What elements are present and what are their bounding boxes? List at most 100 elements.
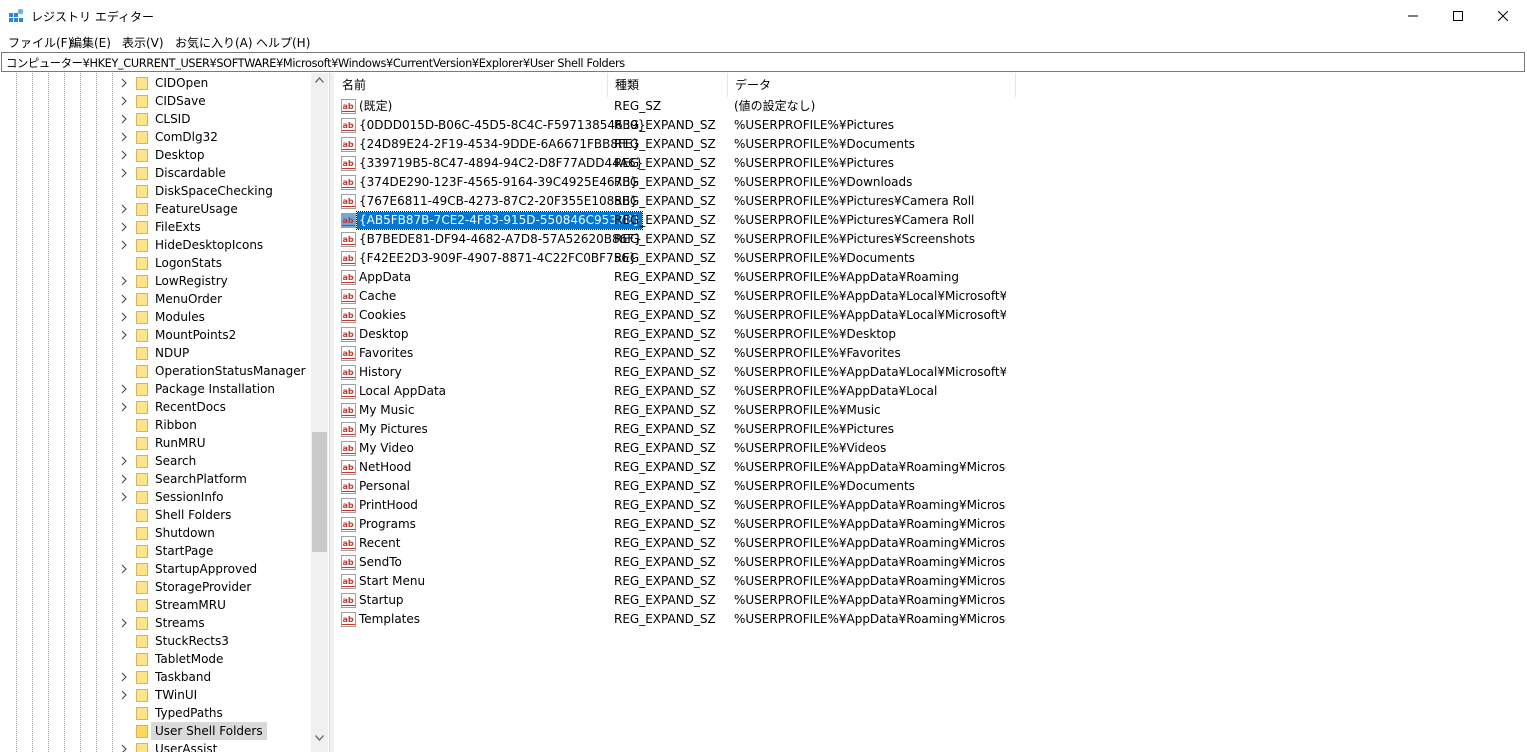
- chevron-right-icon[interactable]: [118, 491, 130, 503]
- menu-view[interactable]: 表示(V): [122, 34, 164, 51]
- tree-item[interactable]: StartPage: [0, 542, 310, 560]
- scroll-down-icon[interactable]: [315, 735, 324, 741]
- chevron-right-icon[interactable]: [118, 131, 130, 143]
- value-row[interactable]: ab Local AppData REG_EXPAND_SZ %USERPROFILE…: [335, 382, 1527, 401]
- value-row[interactable]: ab My Music REG_EXPAND_SZ %USERPROFILE%¥Mus…: [335, 401, 1527, 420]
- chevron-right-icon[interactable]: [118, 239, 130, 251]
- tree-item[interactable]: TypedPaths: [0, 704, 310, 722]
- value-row[interactable]: ab Startup REG_EXPAND_SZ %USERPROFILE%¥AppD…: [335, 591, 1527, 610]
- tree-item[interactable]: Streams: [0, 614, 310, 632]
- value-row[interactable]: ab Recent REG_EXPAND_SZ %USERPROFILE%¥AppDa…: [335, 534, 1527, 553]
- maximize-button[interactable]: [1435, 0, 1481, 31]
- value-row[interactable]: ab Personal REG_EXPAND_SZ %USERPROFILE%¥Doc…: [335, 477, 1527, 496]
- value-row[interactable]: ab {F42EE2D3-909F-4907-8871-4C22FC0BF756}…: [335, 249, 1527, 268]
- value-row[interactable]: ab {24D89E24-2F19-4534-9DDE-6A6671FBB8FE}…: [335, 135, 1527, 154]
- tree-item[interactable]: StuckRects3: [0, 632, 310, 650]
- tree-item[interactable]: CIDOpen: [0, 74, 310, 92]
- tree-item[interactable]: FileExts: [0, 218, 310, 236]
- scroll-thumb[interactable]: [312, 432, 327, 552]
- value-row[interactable]: ab {AB5FB87B-7CE2-4F83-915D-550846C9537B}…: [335, 211, 1527, 230]
- value-row[interactable]: ab Programs REG_EXPAND_SZ %USERPROFILE%¥App…: [335, 515, 1527, 534]
- address-bar[interactable]: コンピューター¥HKEY_CURRENT_USER¥SOFTWARE¥Micro…: [1, 52, 1525, 72]
- tree-item[interactable]: DiskSpaceChecking: [0, 182, 310, 200]
- tree-item[interactable]: Search: [0, 452, 310, 470]
- value-row[interactable]: ab Cache REG_EXPAND_SZ %USERPROFILE%¥AppDat…: [335, 287, 1527, 306]
- tree-item[interactable]: TabletMode: [0, 650, 310, 668]
- tree-item[interactable]: SearchPlatform: [0, 470, 310, 488]
- tree-item[interactable]: HideDesktopIcons: [0, 236, 310, 254]
- column-header-name[interactable]: 名前: [335, 73, 608, 97]
- tree-item[interactable]: RecentDocs: [0, 398, 310, 416]
- minimize-button[interactable]: [1390, 0, 1436, 31]
- tree-item[interactable]: MountPoints2: [0, 326, 310, 344]
- chevron-right-icon[interactable]: [118, 455, 130, 467]
- value-row[interactable]: ab SendTo REG_EXPAND_SZ %USERPROFILE%¥AppDa…: [335, 553, 1527, 572]
- chevron-right-icon[interactable]: [118, 293, 130, 305]
- tree-item[interactable]: FeatureUsage: [0, 200, 310, 218]
- tree-item[interactable]: OperationStatusManager: [0, 362, 310, 380]
- chevron-right-icon[interactable]: [118, 77, 130, 89]
- chevron-right-icon[interactable]: [118, 221, 130, 233]
- chevron-right-icon[interactable]: [118, 473, 130, 485]
- menu-file[interactable]: ファイル(F): [8, 34, 72, 51]
- chevron-right-icon[interactable]: [118, 311, 130, 323]
- tree-item[interactable]: Discardable: [0, 164, 310, 182]
- chevron-right-icon[interactable]: [118, 383, 130, 395]
- menu-favorites[interactable]: お気に入り(A): [175, 34, 253, 51]
- tree-item[interactable]: LogonStats: [0, 254, 310, 272]
- chevron-right-icon[interactable]: [118, 149, 130, 161]
- tree-item[interactable]: Ribbon: [0, 416, 310, 434]
- value-row[interactable]: ab (既定) REG_SZ (値の設定なし): [335, 97, 1527, 116]
- value-row[interactable]: ab {767E6811-49CB-4273-87C2-20F355E1085B}…: [335, 192, 1527, 211]
- tree-item[interactable]: Shell Folders: [0, 506, 310, 524]
- chevron-right-icon[interactable]: [118, 95, 130, 107]
- value-row[interactable]: ab AppData REG_EXPAND_SZ %USERPROFILE%¥AppD…: [335, 268, 1527, 287]
- chevron-right-icon[interactable]: [118, 401, 130, 413]
- tree-item[interactable]: RunMRU: [0, 434, 310, 452]
- menu-help[interactable]: ヘルプ(H): [256, 34, 310, 51]
- column-header-data[interactable]: データ: [728, 73, 1016, 97]
- value-row[interactable]: ab Desktop REG_EXPAND_SZ %USERPROFILE%¥Desk…: [335, 325, 1527, 344]
- chevron-right-icon[interactable]: [118, 743, 130, 752]
- tree-item[interactable]: StartupApproved: [0, 560, 310, 578]
- value-row[interactable]: ab My Video REG_EXPAND_SZ %USERPROFILE%¥Vid…: [335, 439, 1527, 458]
- value-row[interactable]: ab Templates REG_EXPAND_SZ %USERPROFILE%¥Ap…: [335, 610, 1527, 629]
- value-row[interactable]: ab PrintHood REG_EXPAND_SZ %USERPROFILE%¥Ap…: [335, 496, 1527, 515]
- tree-item[interactable]: UserAssist: [0, 740, 310, 752]
- tree-item[interactable]: NDUP: [0, 344, 310, 362]
- tree-item[interactable]: ComDlg32: [0, 128, 310, 146]
- tree-item[interactable]: CIDSave: [0, 92, 310, 110]
- value-row[interactable]: ab {B7BEDE81-DF94-4682-A7D8-57A52620B86F}…: [335, 230, 1527, 249]
- tree-item[interactable]: LowRegistry: [0, 272, 310, 290]
- tree-item[interactable]: Modules: [0, 308, 310, 326]
- chevron-right-icon[interactable]: [118, 563, 130, 575]
- key-tree-pane[interactable]: CIDOpen CIDSave CLSID ComDlg32 Desktop Discar…: [0, 73, 329, 752]
- value-row[interactable]: ab {339719B5-8C47-4894-94C2-D8F77ADD44A6}…: [335, 154, 1527, 173]
- tree-item[interactable]: StreamMRU: [0, 596, 310, 614]
- chevron-right-icon[interactable]: [118, 167, 130, 179]
- value-row[interactable]: ab My Pictures REG_EXPAND_SZ %USERPROFILE%¥…: [335, 420, 1527, 439]
- close-button[interactable]: [1480, 0, 1526, 31]
- tree-item[interactable]: SessionInfo: [0, 488, 310, 506]
- chevron-right-icon[interactable]: [118, 671, 130, 683]
- value-row[interactable]: ab {374DE290-123F-4565-9164-39C4925E467B}…: [335, 173, 1527, 192]
- chevron-right-icon[interactable]: [118, 329, 130, 341]
- value-row[interactable]: ab Favorites REG_EXPAND_SZ %USERPROFILE%¥Fa…: [335, 344, 1527, 363]
- value-row[interactable]: ab {0DDD015D-B06C-45D5-8C4C-F59713854639}…: [335, 116, 1527, 135]
- tree-item[interactable]: CLSID: [0, 110, 310, 128]
- tree-item[interactable]: Shutdown: [0, 524, 310, 542]
- chevron-right-icon[interactable]: [118, 689, 130, 701]
- scroll-up-icon[interactable]: [315, 77, 324, 83]
- value-list-pane[interactable]: 名前 種類 データ ab (既定) REG_SZ (値の設定なし) ab {0DDD015…: [335, 73, 1527, 752]
- tree-item[interactable]: Package Installation: [0, 380, 310, 398]
- chevron-right-icon[interactable]: [118, 113, 130, 125]
- value-row[interactable]: ab History REG_EXPAND_SZ %USERPROFILE%¥AppD…: [335, 363, 1527, 382]
- tree-item[interactable]: Desktop: [0, 146, 310, 164]
- tree-item[interactable]: User Shell Folders: [0, 722, 310, 740]
- value-row[interactable]: ab Cookies REG_EXPAND_SZ %USERPROFILE%¥AppD…: [335, 306, 1527, 325]
- tree-scrollbar[interactable]: [311, 73, 328, 752]
- column-header-type[interactable]: 種類: [608, 73, 728, 97]
- tree-item[interactable]: TWinUI: [0, 686, 310, 704]
- value-row[interactable]: ab Start Menu REG_EXPAND_SZ %USERPROFILE%¥A…: [335, 572, 1527, 591]
- chevron-right-icon[interactable]: [118, 617, 130, 629]
